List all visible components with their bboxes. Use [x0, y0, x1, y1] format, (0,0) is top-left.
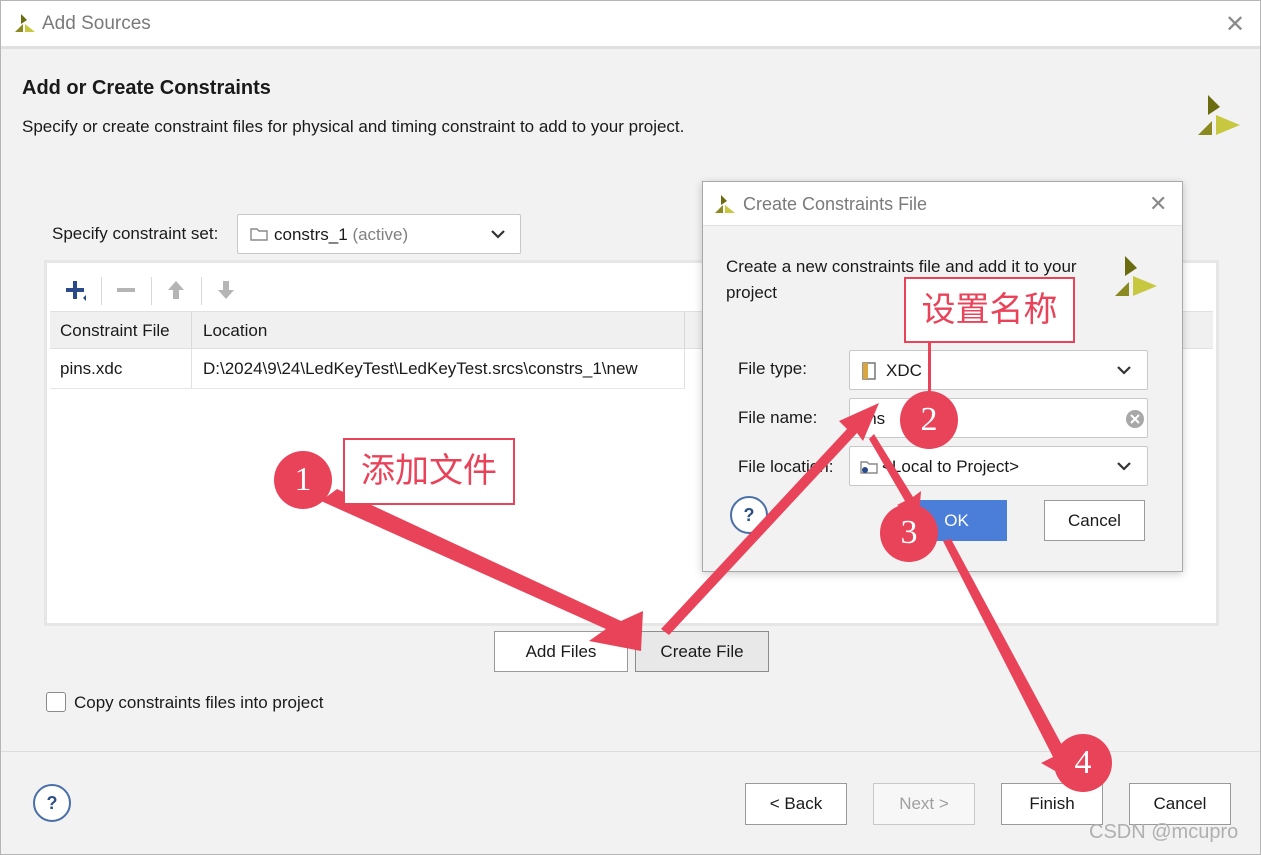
- file-name-value: pins: [854, 409, 886, 428]
- annotation-add-file-label: 添加文件: [343, 438, 515, 505]
- dialog-help-button[interactable]: ?: [730, 496, 768, 534]
- copy-constraints-checkbox[interactable]: [46, 692, 66, 712]
- file-type-icon: [861, 361, 877, 386]
- page-title: Add or Create Constraints: [22, 77, 271, 99]
- annotation-step-1: 1: [274, 451, 332, 509]
- file-name-input[interactable]: pins: [849, 398, 1148, 438]
- window-title: Add Sources: [42, 13, 151, 34]
- location-cell: D:\2024\9\24\LedKeyTest\LedKeyTest.srcs\…: [192, 349, 685, 388]
- annotation-step-4: 4: [1054, 734, 1112, 792]
- annotation-step-3: 3: [880, 504, 938, 562]
- constraint-file-cell: pins.xdc: [50, 349, 192, 388]
- chevron-down-icon: [1116, 459, 1132, 477]
- xilinx-logo-icon: [1196, 93, 1242, 142]
- column-header-constraint-file[interactable]: Constraint File: [50, 312, 192, 348]
- column-header-location[interactable]: Location: [192, 312, 685, 348]
- annotation-set-name-label: 设置名称: [904, 277, 1075, 343]
- move-up-icon[interactable]: [157, 271, 195, 309]
- create-constraints-file-dialog: Create Constraints File ✕ Create a new c…: [702, 181, 1183, 572]
- add-icon[interactable]: [56, 271, 94, 309]
- file-location-label: File location:: [738, 457, 834, 476]
- folder-icon: [250, 226, 268, 247]
- chevron-down-icon: [1116, 363, 1132, 381]
- add-files-button[interactable]: Add Files: [494, 631, 628, 672]
- constraint-set-status: (active): [352, 225, 409, 244]
- annotation-connector: [928, 343, 931, 393]
- remove-icon[interactable]: [107, 271, 145, 309]
- chevron-down-icon: [490, 227, 506, 245]
- annotation-step-2: 2: [900, 391, 958, 449]
- table-row[interactable]: pins.xdc D:\2024\9\24\LedKeyTest\LedKeyT…: [50, 349, 685, 389]
- dialog-cancel-button[interactable]: Cancel: [1044, 500, 1145, 541]
- file-location-value: <Local to Project>: [882, 457, 1020, 476]
- title-bar: Add Sources ✕: [1, 1, 1260, 46]
- page-subtitle: Specify or create constraint files for p…: [22, 117, 685, 136]
- folder-icon: [860, 459, 878, 480]
- wizard-header: Add or Create Constraints Specify or cre…: [1, 49, 1260, 157]
- add-sources-window: Add Sources ✕ Add or Create Constraints …: [0, 0, 1261, 855]
- xilinx-logo-icon: [13, 12, 37, 39]
- xilinx-logo-icon: [1113, 254, 1159, 303]
- file-location-dropdown[interactable]: <Local to Project>: [849, 446, 1148, 486]
- back-button[interactable]: < Back: [745, 783, 847, 825]
- file-name-label: File name:: [738, 408, 818, 427]
- file-type-value: XDC: [886, 361, 922, 380]
- close-icon[interactable]: ✕: [1225, 10, 1245, 39]
- file-type-dropdown[interactable]: XDC: [849, 350, 1148, 390]
- xilinx-logo-icon: [713, 193, 737, 220]
- clear-icon[interactable]: [1125, 409, 1145, 434]
- toolbar-divider: [101, 277, 102, 305]
- toolbar-divider: [201, 277, 202, 305]
- constraint-set-dropdown[interactable]: constrs_1 (active): [237, 214, 521, 254]
- toolbar-divider: [151, 277, 152, 305]
- close-icon[interactable]: ✕: [1149, 191, 1167, 217]
- watermark: CSDN @mcupro: [1089, 821, 1239, 843]
- create-file-button[interactable]: Create File: [635, 631, 769, 672]
- file-type-label: File type:: [738, 359, 807, 378]
- constraint-set-label: Specify constraint set:: [52, 224, 219, 243]
- dialog-title: Create Constraints File: [743, 194, 928, 214]
- help-button[interactable]: ?: [33, 784, 71, 822]
- next-button[interactable]: Next >: [873, 783, 975, 825]
- dialog-title-bar: Create Constraints File ✕: [703, 182, 1182, 226]
- cancel-button[interactable]: Cancel: [1129, 783, 1231, 825]
- copy-constraints-label: Copy constraints files into project: [74, 693, 324, 712]
- move-down-icon[interactable]: [207, 271, 245, 309]
- constraint-set-value: constrs_1: [274, 225, 348, 244]
